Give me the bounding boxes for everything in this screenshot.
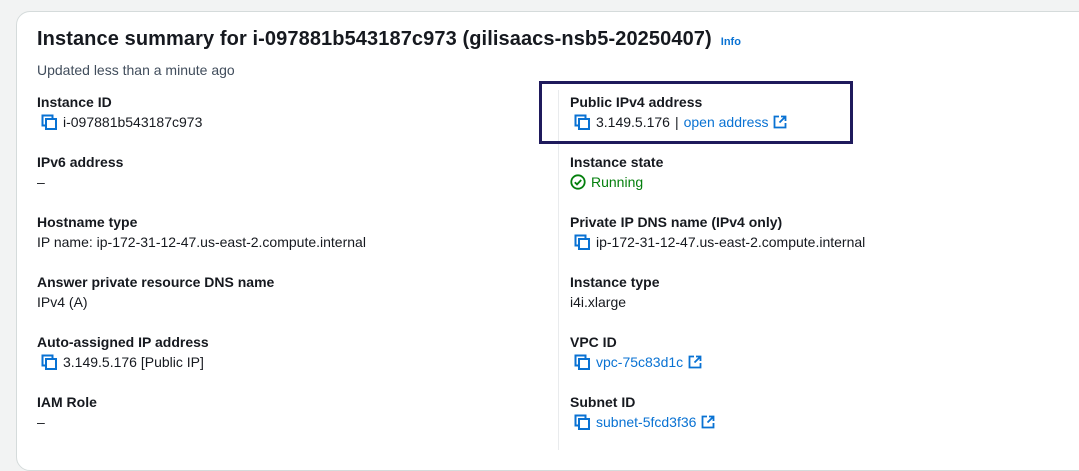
iam-role-label: IAM Role [37,394,97,410]
hostname-type-label: Hostname type [37,214,138,230]
ipv6-field: IPv6 address – [37,153,123,191]
subnet-id-label: Subnet ID [570,394,636,410]
iam-role-value: – [37,414,45,430]
copy-icon[interactable] [40,113,58,131]
info-link[interactable]: Info [721,36,741,48]
public-ipv4-value-row: 3.149.5.176 | open address [570,113,787,131]
copy-icon[interactable] [40,353,58,371]
updated-text: Updated less than a minute ago [37,62,235,78]
instance-state-field: Instance state Running [570,153,663,191]
instance-state-value: Running [591,174,644,190]
external-link-icon[interactable] [701,415,715,429]
instance-id-value-row: i-097881b543187c973 [37,113,202,131]
auto-ip-value-row: 3.149.5.176 [Public IP] [37,353,209,371]
separator: | [674,114,679,130]
external-link-icon[interactable] [688,355,702,369]
auto-ip-value: 3.149.5.176 [Public IP] [63,354,204,370]
public-ipv4-label: Public IPv4 address [570,94,703,110]
vpc-id-label: VPC ID [570,334,617,350]
private-dns-label: Private IP DNS name (IPv4 only) [570,214,783,230]
public-ipv4-value: 3.149.5.176 [596,114,670,130]
instance-state-label: Instance state [570,154,664,170]
auto-ip-label: Auto-assigned IP address [37,334,209,350]
instance-state-value-row: Running [570,173,663,191]
private-dns-field: Private IP DNS name (IPv4 only) ip-172-3… [570,213,865,251]
answer-dns-value: IPv4 (A) [37,294,88,310]
instance-type-value: i4i.xlarge [570,294,627,310]
copy-icon[interactable] [573,413,591,431]
column-divider [558,90,559,450]
private-dns-value-row: ip-172-31-12-47.us-east-2.compute.intern… [570,233,865,251]
private-dns-value: ip-172-31-12-47.us-east-2.compute.intern… [596,234,866,250]
subnet-id-field: Subnet ID subnet-5fcd3f36 [570,393,715,431]
instance-id-value: i-097881b543187c973 [63,114,203,130]
summary-header: Instance summary for i-097881b543187c973… [37,28,741,51]
ipv6-value: – [37,174,45,190]
ipv6-label: IPv6 address [37,154,124,170]
answer-dns-field: Answer private resource DNS name IPv4 (A… [37,273,274,311]
external-link-icon[interactable] [773,115,787,129]
instance-type-label: Instance type [570,274,660,290]
open-address-link[interactable]: open address [684,113,769,131]
check-circle-icon [570,174,586,190]
subnet-id-value-row: subnet-5fcd3f36 [570,413,715,431]
iam-role-field: IAM Role – [37,393,97,431]
vpc-id-field: VPC ID vpc-75c83d1c [570,333,702,371]
instance-id-label: Instance ID [37,94,112,110]
copy-icon[interactable] [573,233,591,251]
answer-dns-label: Answer private resource DNS name [37,274,275,290]
instance-id-field: Instance ID i-097881b543187c973 [37,93,202,131]
vpc-id-value-row: vpc-75c83d1c [570,353,702,371]
page-title: Instance summary for i-097881b543187c973… [37,28,712,50]
hostname-type-field: Hostname type IP name: ip-172-31-12-47.u… [37,213,366,251]
copy-icon[interactable] [573,353,591,371]
instance-type-field: Instance type i4i.xlarge [570,273,659,311]
auto-ip-field: Auto-assigned IP address 3.149.5.176 [Pu… [37,333,209,371]
copy-icon[interactable] [573,113,591,131]
subnet-id-link[interactable]: subnet-5fcd3f36 [596,413,696,431]
vpc-id-link[interactable]: vpc-75c83d1c [596,353,683,371]
hostname-type-value: IP name: ip-172-31-12-47.us-east-2.compu… [37,234,366,250]
public-ipv4-field: Public IPv4 address 3.149.5.176 | open a… [570,93,787,131]
